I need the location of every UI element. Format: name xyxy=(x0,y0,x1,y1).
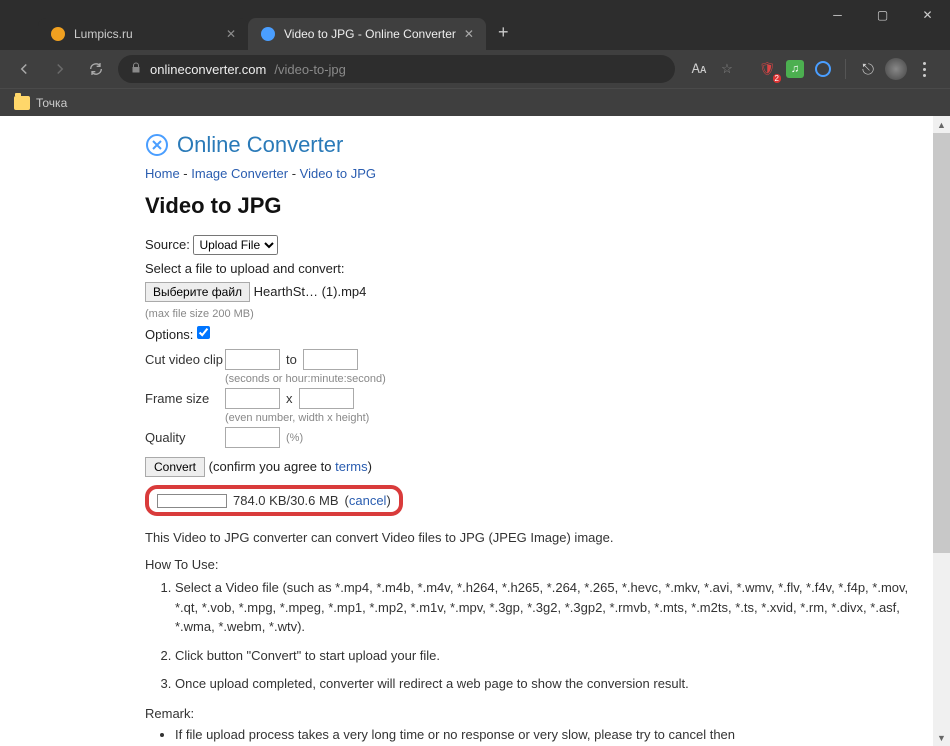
cut-to-input[interactable] xyxy=(303,349,358,370)
tab-strip: Lumpics.ru ✕ Video to JPG - Online Conve… xyxy=(0,15,950,50)
close-icon[interactable]: ✕ xyxy=(226,27,236,41)
profile-avatar[interactable] xyxy=(884,57,908,81)
convert-button[interactable]: Convert xyxy=(145,457,205,477)
star-icon[interactable]: ☆ xyxy=(715,57,739,81)
oc-favicon xyxy=(260,26,276,42)
maximize-button[interactable]: ▢ xyxy=(860,0,905,30)
reload-button[interactable] xyxy=(82,55,110,83)
brand-name: Online Converter xyxy=(177,132,343,158)
options-checkbox[interactable] xyxy=(197,326,210,339)
upload-progress-highlight: 784.0 KB/30.6 MB (cancel) xyxy=(145,485,403,516)
new-tab-button[interactable]: + xyxy=(486,22,521,43)
cut-hint: (seconds or hour:minute:second) xyxy=(225,373,386,385)
agree-text: (confirm you agree to terms) xyxy=(209,459,372,474)
extension-music-icon[interactable]: ♫ xyxy=(783,57,807,81)
choose-file-button[interactable]: Выберите файл xyxy=(145,282,250,302)
tab-lumpics[interactable]: Lumpics.ru ✕ xyxy=(38,18,248,50)
source-label: Source: xyxy=(145,237,190,252)
quality-input[interactable] xyxy=(225,427,280,448)
crumb-leaf[interactable]: Video to JPG xyxy=(300,166,376,181)
progress-text: 784.0 KB/30.6 MB xyxy=(233,493,339,508)
badge: 2 xyxy=(773,74,781,83)
scroll-thumb[interactable] xyxy=(933,133,950,553)
list-item: Select a Video file (such as *.mp4, *.m4… xyxy=(175,578,920,637)
menu-button[interactable] xyxy=(912,57,936,81)
folder-icon xyxy=(14,96,30,110)
terms-link[interactable]: terms xyxy=(335,459,368,474)
crumb-image[interactable]: Image Converter xyxy=(191,166,288,181)
crumb-home[interactable]: Home xyxy=(145,166,180,181)
close-icon[interactable]: ✕ xyxy=(464,27,474,41)
lock-icon xyxy=(130,62,142,77)
scrollbar[interactable]: ▲ ▼ xyxy=(933,116,950,746)
quality-hint: (%) xyxy=(280,432,303,444)
bookmarks-bar: Точка xyxy=(0,88,950,116)
options-label: Options: xyxy=(145,327,193,342)
remark-title: Remark: xyxy=(145,706,920,721)
chosen-filename: HearthSt… (1).mp4 xyxy=(254,284,367,299)
source-select[interactable]: Upload File xyxy=(193,235,278,255)
media-control-icon[interactable]: ⎋ xyxy=(856,57,880,81)
lumpics-favicon xyxy=(50,26,66,42)
scroll-down-icon[interactable]: ▼ xyxy=(933,729,950,746)
extension-shield-icon[interactable]: 🛡2 xyxy=(755,57,779,81)
list-item: If file upload process takes a very long… xyxy=(175,727,920,742)
quality-label: Quality xyxy=(145,426,225,449)
howto-title: How To Use: xyxy=(145,557,920,572)
howto-list: Select a Video file (such as *.mp4, *.m4… xyxy=(175,578,920,694)
back-button[interactable] xyxy=(10,55,38,83)
cancel-link[interactable]: cancel xyxy=(349,493,387,508)
frame-hint: (even number, width x height) xyxy=(225,412,369,424)
cut-label: Cut video clip xyxy=(145,348,225,371)
list-item: Once upload completed, converter will re… xyxy=(175,674,920,694)
cut-from-input[interactable] xyxy=(225,349,280,370)
frame-height-input[interactable] xyxy=(299,388,354,409)
url-path: //video-to-jpgvideo-to-jpg xyxy=(274,62,346,77)
page-content: Online Converter Home - Image Converter … xyxy=(115,116,950,746)
address-bar[interactable]: onlineconverter.com //video-to-jpgvideo-t… xyxy=(118,55,675,83)
bookmark-folder[interactable]: Точка xyxy=(36,96,67,110)
list-item: Click button "Convert" to start upload y… xyxy=(175,646,920,666)
frame-width-input[interactable] xyxy=(225,388,280,409)
close-window-button[interactable]: ✕ xyxy=(905,0,950,30)
brand-icon xyxy=(145,133,169,157)
tab-title: Lumpics.ru xyxy=(74,27,218,41)
toolbar: onlineconverter.com //video-to-jpgvideo-t… xyxy=(0,50,950,88)
forward-button[interactable] xyxy=(46,55,74,83)
minimize-button[interactable]: ─ xyxy=(815,0,860,30)
select-file-label: Select a file to upload and convert: xyxy=(145,261,920,276)
frame-label: Frame size xyxy=(145,387,225,410)
translate-icon[interactable]: 🗛 xyxy=(687,57,711,81)
url-host: onlineconverter.com xyxy=(150,62,266,77)
tab-title: Video to JPG - Online Converter xyxy=(284,27,456,41)
max-size-hint: (max file size 200 MB) xyxy=(145,308,920,320)
page-title: Video to JPG xyxy=(145,193,920,219)
description: This Video to JPG converter can convert … xyxy=(145,530,920,545)
scroll-up-icon[interactable]: ▲ xyxy=(933,116,950,133)
progress-bar xyxy=(157,494,227,508)
breadcrumb: Home - Image Converter - Video to JPG xyxy=(145,166,920,181)
tab-onlineconverter[interactable]: Video to JPG - Online Converter ✕ xyxy=(248,18,486,50)
brand[interactable]: Online Converter xyxy=(145,132,920,158)
extension-circle-icon[interactable] xyxy=(811,57,835,81)
